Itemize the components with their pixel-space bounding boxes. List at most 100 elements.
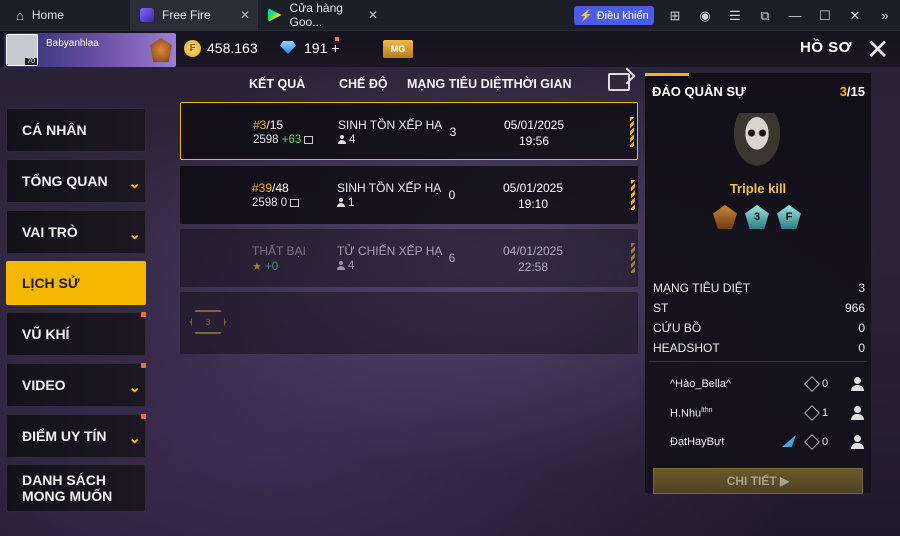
mg-event-icon[interactable]: MG <box>383 40 413 58</box>
match-date: 05/01/2025 <box>503 118 565 132</box>
maximize-icon[interactable]: ☐ <box>810 8 840 24</box>
tab-free-fire[interactable]: Free Fire ✕ <box>130 0 258 31</box>
person-icon <box>337 198 345 207</box>
match-row[interactable]: THẤT BẠI ★ +0 TỬ CHIẾN XẾP HẠ 4 6 04/01/… <box>180 229 638 287</box>
sidebar-item-video[interactable]: VIDEO ⌄ <box>6 363 146 407</box>
player-level: 70 <box>25 58 37 65</box>
free-fire-icon <box>140 8 154 22</box>
tab-play-store-label: Cửa hàng Goo... <box>289 1 343 29</box>
control-button[interactable]: ⚡ Điều khiển <box>574 6 654 25</box>
sidebar-item-history[interactable]: LỊCH SỬ <box>6 261 146 305</box>
card-icon <box>304 136 314 144</box>
close-icon[interactable]: ✕ <box>840 8 870 24</box>
sidebar-item-label: MONG MUỐN <box>22 488 113 504</box>
row-stripe <box>630 117 634 147</box>
sidebar-item-weapons[interactable]: VŨ KHÍ <box>6 312 146 356</box>
match-detail-panel: ĐẢO QUÂN SỰ 3/15 Triple kill 3 F MẠNG TI… <box>645 73 871 494</box>
match-stats: MẠNG TIÊU DIỆT 3 ST 966 CỨU BỒ 0 HEADSHOT 0 <box>653 278 865 358</box>
tab-home-label: Home <box>31 8 64 22</box>
person-icon <box>338 135 346 144</box>
notification-dot <box>141 363 146 368</box>
player-banner[interactable]: 70 Babyanhlaa <box>4 33 176 67</box>
map-name: ĐẢO QUÂN SỰ <box>652 84 746 99</box>
star-icon: ★ <box>252 261 262 273</box>
chevron-down-icon: ⌄ <box>128 379 141 396</box>
number-badge-icon: 3 <box>745 205 769 229</box>
teammate-name: ĐạtHayBựt <box>670 436 725 448</box>
add-friend-icon[interactable] <box>850 405 866 421</box>
gold-amount: 458.163 <box>207 40 258 56</box>
row-stripe <box>631 180 635 210</box>
teammate-name: H.Nhulthn <box>670 407 713 420</box>
wing-icon <box>782 435 796 447</box>
control-button-label: Điều khiển <box>596 9 649 22</box>
stat-row: ST 966 <box>653 301 865 315</box>
letter-badge-icon: F <box>777 205 801 229</box>
add-friend-icon[interactable] <box>850 434 866 450</box>
gamepad-icon[interactable]: ⊞ <box>660 8 690 24</box>
badge-row: 3 F <box>713 205 801 229</box>
sidebar-item-label: VŨ KHÍ <box>22 326 70 342</box>
sidebar-item-personal[interactable]: CÁ NHÂN <box>6 108 146 152</box>
match-score: 2598 0 <box>252 197 300 209</box>
teammate-name: ^Hào_Bella^ <box>670 378 732 390</box>
stat-row: CỨU BỒ 0 <box>653 321 865 335</box>
match-row[interactable]: 3 <box>180 292 638 354</box>
gold-coin-icon: ₣ <box>184 40 201 57</box>
menu-icon[interactable]: ☰ <box>720 8 750 24</box>
sidebar-item-label: VAI TRÒ <box>22 224 78 240</box>
match-date: 05/01/2025 <box>502 181 564 195</box>
close-profile-icon[interactable]: ✕ <box>866 33 889 66</box>
achievement-title: Triple kill <box>729 181 787 196</box>
column-header-time: THỜI GIAN <box>506 77 572 91</box>
tab-home[interactable]: ⌂ Home <box>0 0 130 31</box>
sidebar-item-overview[interactable]: TỔNG QUAN ⌄ <box>6 159 146 203</box>
kill-icon <box>804 405 820 421</box>
sidebar-item-wishlist[interactable]: DANH SÁCH MONG MUỐN <box>6 464 146 512</box>
notification-dot <box>141 414 146 419</box>
game-screen: 70 Babyanhlaa ₣ 458.163 191 + MG HỒ SƠ ✕… <box>0 31 900 536</box>
expand-icon[interactable]: » <box>870 8 900 23</box>
screenshot-icon[interactable]: ⧉ <box>750 8 780 24</box>
page-title: HỒ SƠ <box>800 39 852 56</box>
share-icon[interactable] <box>608 73 630 91</box>
account-icon[interactable]: ◉ <box>690 8 720 24</box>
match-row[interactable]: #3/15 2598 +63 SINH TỒN XẾP HẠ 4 3 05/01… <box>180 102 638 160</box>
chevron-down-icon: ⌄ <box>128 175 141 192</box>
avatar[interactable]: 70 <box>6 34 38 66</box>
detail-button[interactable]: CHI TIẾT ▶ <box>653 468 863 494</box>
match-rank: #39/48 <box>252 181 289 195</box>
panel-accent <box>645 73 689 76</box>
emulator-titlebar: ⌂ Home Free Fire ✕ Cửa hàng Goo... ✕ ⚡ Đ… <box>0 0 900 31</box>
sidebar-item-reputation[interactable]: ĐIỂM UY TÍN ⌄ <box>6 414 146 458</box>
teammate-kills: 0 <box>822 378 829 390</box>
minimize-icon[interactable]: — <box>780 8 810 23</box>
add-friend-icon[interactable] <box>850 376 866 392</box>
close-tab-icon[interactable]: ✕ <box>368 8 378 22</box>
match-team-size: 4 <box>338 134 355 146</box>
sidebar-item-role[interactable]: VAI TRÒ ⌄ <box>6 210 146 254</box>
tab-play-store[interactable]: Cửa hàng Goo... ✕ <box>258 0 386 31</box>
teammate-row[interactable]: ^Hào_Bella^ 0 <box>670 375 864 395</box>
chevron-down-icon: ⌄ <box>128 430 141 447</box>
sidebar-item-label: ĐIỂM UY TÍN <box>22 428 107 444</box>
match-time: 19:56 <box>518 134 550 148</box>
notification-dot <box>141 312 146 317</box>
close-tab-icon[interactable]: ✕ <box>240 8 250 22</box>
match-kills: 3 <box>449 125 457 139</box>
match-time: 22:58 <box>517 260 549 274</box>
teammate-row[interactable]: ĐạtHayBựt 0 <box>670 433 864 453</box>
diamond-amount[interactable]: 191 + <box>304 40 339 56</box>
rank-emblem-icon: 3 <box>190 310 226 334</box>
match-mode: TỬ CHIẾN XẾP HẠ <box>337 244 443 258</box>
sidebar-item-label: VIDEO <box>22 377 66 393</box>
person-icon <box>337 261 345 270</box>
match-kills: 0 <box>448 188 456 202</box>
teammate-row[interactable]: H.Nhulthn 1 <box>670 404 864 424</box>
chevron-down-icon: ⌄ <box>128 226 141 243</box>
stat-row: HEADSHOT 0 <box>653 341 865 355</box>
match-time: 19:10 <box>517 197 549 211</box>
match-row[interactable]: #39/48 2598 0 SINH TỒN XẾP HẠ 1 0 05/01/… <box>180 166 638 224</box>
match-mode: SINH TỒN XẾP HẠ <box>338 118 443 132</box>
sidebar-item-label: DANH SÁCH <box>22 472 106 488</box>
